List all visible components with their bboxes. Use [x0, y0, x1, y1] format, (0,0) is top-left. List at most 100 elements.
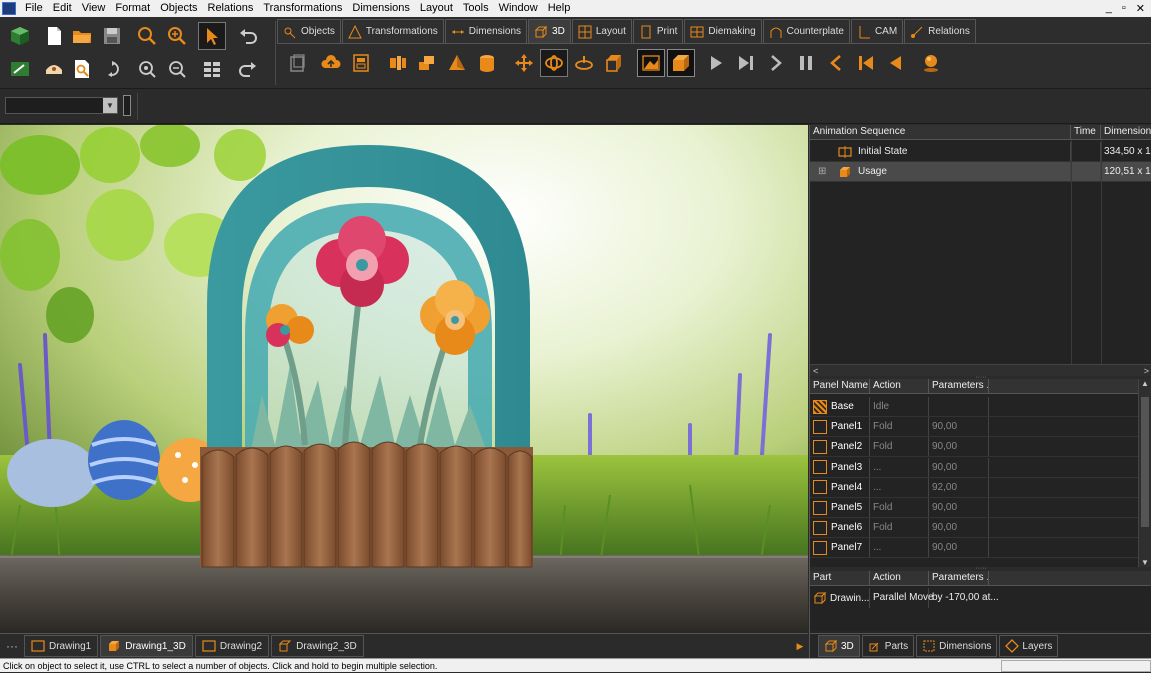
- tab-dimensions[interactable]: Dimensions: [444, 19, 528, 43]
- tab-3d[interactable]: 3D: [818, 635, 860, 657]
- doc-tab-drawing1-3d[interactable]: Drawing1_3D: [100, 635, 193, 657]
- col-panel-name[interactable]: Panel Name: [810, 379, 870, 393]
- panel-action[interactable]: Fold: [870, 498, 929, 517]
- panel-fold-icon[interactable]: [384, 49, 412, 77]
- chevron-down-icon[interactable]: ▼: [103, 98, 117, 113]
- panel-params[interactable]: 90,00: [929, 518, 989, 538]
- step-forward-icon[interactable]: [762, 49, 790, 77]
- scroll-right-icon[interactable]: >: [1144, 366, 1149, 376]
- more-tabs-button[interactable]: ···: [0, 639, 24, 653]
- panel-row[interactable]: Panel7... 90,00: [810, 538, 1139, 559]
- col-part[interactable]: Part: [810, 571, 870, 585]
- part-row[interactable]: Drawin... Parallel Move by -170,00 at...: [810, 588, 1149, 608]
- col-parameters[interactable]: Parameters ...: [929, 571, 989, 585]
- 3d-cube-icon[interactable]: [6, 22, 34, 50]
- copy-3d-icon[interactable]: [283, 49, 311, 77]
- tab-counterplate[interactable]: Counterplate: [762, 19, 850, 43]
- lighting-sphere-icon[interactable]: [917, 49, 945, 77]
- menu-file[interactable]: File: [20, 0, 48, 17]
- doc-tab-drawing2-3d[interactable]: Drawing2_3D: [271, 635, 364, 657]
- scroll-up-icon[interactable]: ▲: [1139, 379, 1151, 388]
- tab-dimensions[interactable]: Dimensions: [916, 635, 998, 657]
- box-fold-icon[interactable]: [413, 49, 441, 77]
- tab-layout[interactable]: Layout: [571, 19, 632, 43]
- panel-params[interactable]: 90,00: [929, 417, 989, 437]
- redo-icon[interactable]: [234, 55, 262, 83]
- restore-button[interactable]: ▫: [1122, 2, 1126, 15]
- print-preview-icon[interactable]: [68, 55, 96, 83]
- undo-icon[interactable]: [234, 22, 262, 50]
- panel-params[interactable]: 92,00: [929, 477, 989, 497]
- play-icon[interactable]: [702, 49, 730, 77]
- menu-tools[interactable]: Tools: [458, 0, 494, 17]
- grid-view-icon[interactable]: [198, 55, 226, 83]
- panel-params[interactable]: 90,00: [929, 437, 989, 457]
- panel-row[interactable]: Panel2 Fold 90,00: [810, 437, 1139, 458]
- cylinder-icon[interactable]: [473, 49, 501, 77]
- panel-params[interactable]: 90,00: [929, 538, 989, 558]
- panel-row[interactable]: Base Idle: [810, 397, 1139, 417]
- 3d-viewport[interactable]: [0, 125, 808, 633]
- scroll-down-icon[interactable]: ▼: [1139, 558, 1151, 567]
- col-animation-sequence[interactable]: Animation Sequence: [810, 125, 1071, 139]
- menu-layout[interactable]: Layout: [415, 0, 458, 17]
- layout-grid-icon[interactable]: [347, 49, 375, 77]
- panels-vscrollbar[interactable]: ▲ ▼: [1138, 379, 1151, 567]
- box-view-icon[interactable]: [600, 49, 628, 77]
- menu-relations[interactable]: Relations: [203, 0, 259, 17]
- orbit-icon[interactable]: [570, 49, 598, 77]
- panel-params[interactable]: 90,00: [929, 498, 989, 517]
- panel-action[interactable]: Fold: [870, 437, 929, 457]
- solid-box-icon[interactable]: [667, 49, 695, 77]
- col-action[interactable]: Action: [870, 571, 929, 585]
- anim-row-usage[interactable]: ⊞ Usage 120,51 x 164: [810, 162, 1151, 182]
- menu-window[interactable]: Window: [494, 0, 543, 17]
- tab-diemaking[interactable]: Diemaking: [684, 19, 762, 43]
- panel-row[interactable]: Panel1 Fold 90,00: [810, 417, 1139, 438]
- minimize-button[interactable]: _: [1106, 2, 1112, 15]
- refresh-icon[interactable]: [98, 55, 126, 83]
- zoom-out-icon[interactable]: [163, 55, 191, 83]
- col-action[interactable]: Action: [870, 379, 929, 393]
- rotate-3d-icon[interactable]: [540, 49, 568, 77]
- open-folder-icon[interactable]: [68, 22, 96, 50]
- menu-edit[interactable]: Edit: [48, 0, 77, 17]
- skip-start-icon[interactable]: [852, 49, 880, 77]
- col-dimensions[interactable]: Dimensions: [1101, 125, 1151, 139]
- menu-dimensions[interactable]: Dimensions: [347, 0, 414, 17]
- panel-action[interactable]: Fold: [870, 518, 929, 538]
- select-pointer-icon[interactable]: [198, 22, 226, 50]
- tab-transformations[interactable]: Transformations: [341, 19, 444, 43]
- zoom-in-icon[interactable]: [163, 22, 191, 50]
- edit-2d-icon[interactable]: [6, 55, 34, 83]
- save-icon[interactable]: [98, 22, 126, 50]
- panel-action[interactable]: Idle: [870, 397, 929, 416]
- import-icon[interactable]: [40, 55, 68, 83]
- panel-row[interactable]: Panel6 Fold 90,00: [810, 518, 1139, 539]
- tab-layers[interactable]: Layers: [999, 635, 1059, 657]
- new-file-icon[interactable]: [40, 22, 68, 50]
- tab-print[interactable]: Print: [632, 19, 684, 43]
- tab-3d[interactable]: 3D: [528, 19, 571, 43]
- anim-row-initial-state[interactable]: Initial State 334,50 x 189: [810, 142, 1151, 162]
- step-back-icon[interactable]: [822, 49, 850, 77]
- panel-row[interactable]: Panel5 Fold 90,00: [810, 498, 1139, 518]
- tabs-scroll-right-icon[interactable]: ▶: [792, 641, 808, 652]
- background-image-icon[interactable]: [637, 49, 665, 77]
- close-button[interactable]: ✕: [1136, 2, 1145, 15]
- panel-action[interactable]: ...: [870, 457, 929, 477]
- pause-icon[interactable]: [792, 49, 820, 77]
- menu-view[interactable]: View: [77, 0, 111, 17]
- col-time[interactable]: Time: [1071, 125, 1101, 139]
- menu-help[interactable]: Help: [543, 0, 576, 17]
- menu-transformations[interactable]: Transformations: [258, 0, 347, 17]
- panel-params[interactable]: 90,00: [929, 457, 989, 477]
- panel-row[interactable]: Panel4... 92,00: [810, 477, 1139, 498]
- pyramid-icon[interactable]: [443, 49, 471, 77]
- panel-params[interactable]: [929, 397, 989, 416]
- zoom-fit-icon[interactable]: [133, 55, 161, 83]
- tab-objects[interactable]: Objects: [277, 19, 341, 43]
- doc-tab-drawing2[interactable]: Drawing2: [194, 635, 270, 657]
- col-parameters[interactable]: Parameters ...: [929, 379, 989, 393]
- zoom-icon[interactable]: [133, 22, 161, 50]
